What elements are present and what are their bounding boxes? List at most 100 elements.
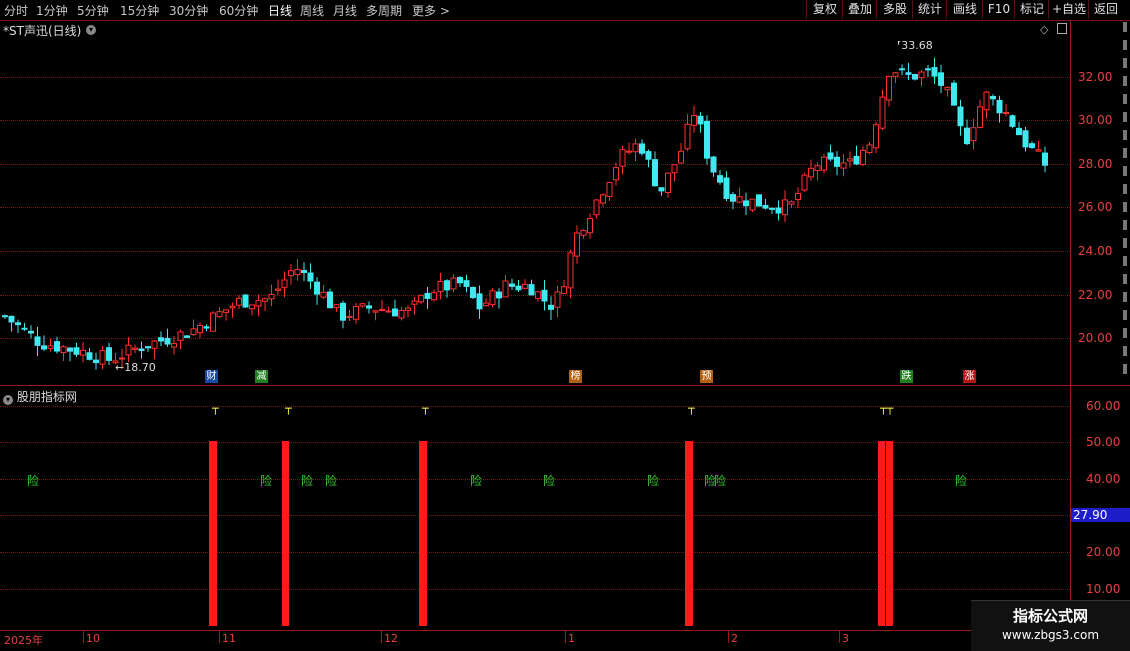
fuquan-button[interactable]: 复权 xyxy=(806,0,843,19)
candle-body xyxy=(944,86,951,91)
candle-body xyxy=(866,144,873,154)
candle-body xyxy=(769,207,775,210)
candle-body xyxy=(652,159,658,187)
event-marker-list[interactable]: 榜 xyxy=(569,370,582,383)
tab-5min[interactable]: 5分钟 xyxy=(77,2,109,19)
tab-more-label: 更多 xyxy=(412,4,437,18)
draw-line-button[interactable]: 画线 xyxy=(946,0,983,19)
candle-body xyxy=(801,174,808,191)
indicator-axis-label: 50.00 xyxy=(1086,435,1121,449)
candle-body xyxy=(15,322,21,326)
candle-body xyxy=(301,269,307,274)
add-watchlist-button[interactable]: +自选 xyxy=(1048,0,1089,19)
candle-body xyxy=(1016,127,1022,136)
candle-body xyxy=(8,315,15,323)
candle-body xyxy=(762,204,769,209)
candle-body xyxy=(93,359,99,364)
date-label: 1 xyxy=(568,632,575,645)
candle-body xyxy=(684,123,691,150)
tab-weekly[interactable]: 周线 xyxy=(300,2,324,19)
candle-body xyxy=(392,308,398,317)
event-marker-rise[interactable]: 涨 xyxy=(963,370,976,383)
watermark: 指标公式网 www.zbgs3.com xyxy=(971,600,1130,651)
candle-body xyxy=(574,232,580,257)
event-marker-fall[interactable]: 跌 xyxy=(900,370,913,383)
candle-body xyxy=(470,286,476,298)
candle-body xyxy=(990,95,996,100)
candle-body xyxy=(834,156,840,167)
candle-body xyxy=(177,331,184,341)
candle-body xyxy=(580,230,587,236)
candle-body xyxy=(132,347,138,350)
tab-60min[interactable]: 60分钟 xyxy=(219,2,258,19)
tab-multi-period[interactable]: 多周期 xyxy=(366,2,402,19)
tab-daily[interactable]: 日线 xyxy=(268,2,292,19)
price-label: 26.00 xyxy=(1078,200,1113,214)
candle-body xyxy=(554,291,561,308)
price-label: 20.00 xyxy=(1078,331,1113,345)
tab-15min[interactable]: 15分钟 xyxy=(120,2,159,19)
candle-body xyxy=(145,346,151,349)
danger-label: 险 xyxy=(260,474,273,488)
candle-body xyxy=(229,305,236,309)
multi-stock-button[interactable]: 多股 xyxy=(876,0,913,19)
indicator-axis-label: 20.00 xyxy=(1086,545,1121,559)
event-marker-reduce[interactable]: 减 xyxy=(255,370,268,383)
overlay-button[interactable]: 叠加 xyxy=(842,0,877,19)
candle-body xyxy=(710,156,717,173)
candle-body xyxy=(665,172,671,193)
f10-button[interactable]: F10 xyxy=(982,0,1015,19)
tab-1min[interactable]: 1分钟 xyxy=(36,2,68,19)
statistics-button[interactable]: 统计 xyxy=(912,0,947,19)
mark-button[interactable]: 标记 xyxy=(1014,0,1049,19)
tab-monthly[interactable]: 月线 xyxy=(333,2,357,19)
candle-body xyxy=(320,291,327,298)
candle-body xyxy=(502,280,509,298)
candle-body xyxy=(827,152,834,160)
candle-body xyxy=(67,347,73,352)
candle-body xyxy=(782,199,788,216)
event-marker-finance[interactable]: 财 xyxy=(205,370,218,383)
candle-body xyxy=(288,270,294,277)
candle-body xyxy=(632,143,639,153)
candle-body xyxy=(223,309,229,313)
candle-body xyxy=(905,72,912,75)
candle-body xyxy=(847,158,853,162)
candle-body xyxy=(242,294,249,308)
candle-body xyxy=(691,115,697,126)
candle-body xyxy=(567,252,574,289)
tab-fenshi[interactable]: 分时 xyxy=(4,2,28,19)
candle-body xyxy=(80,349,86,356)
candle-body xyxy=(600,194,606,204)
side-info-strip xyxy=(1120,22,1130,382)
tab-more[interactable]: 更多 > xyxy=(412,2,450,19)
candle-body xyxy=(853,155,860,165)
event-marker-forecast[interactable]: 预 xyxy=(700,370,713,383)
date-axis-separator xyxy=(0,630,1070,631)
price-axis-line xyxy=(1070,20,1071,631)
candle-body xyxy=(1009,115,1016,127)
candle-body xyxy=(483,302,489,307)
candle-body xyxy=(379,309,385,312)
candle-body xyxy=(977,106,983,128)
candle-body xyxy=(626,150,632,153)
candle-body xyxy=(398,309,405,319)
candle-body xyxy=(918,71,925,79)
candle-body xyxy=(671,164,678,174)
candlestick-chart xyxy=(2,57,1048,370)
indicator-title[interactable]: ▾ 股朋指标网 xyxy=(3,388,77,405)
signal-bar xyxy=(282,441,289,626)
candle-body xyxy=(86,352,93,360)
candle-body xyxy=(314,281,320,295)
tab-30min[interactable]: 30分钟 xyxy=(169,2,208,19)
candle-body xyxy=(359,303,366,307)
back-button[interactable]: 返回 xyxy=(1088,0,1123,19)
candle-body xyxy=(678,150,684,164)
candle-body xyxy=(1035,149,1042,152)
candle-body xyxy=(418,294,424,303)
candle-body xyxy=(795,193,801,201)
candle-body xyxy=(268,293,275,300)
chevron-right-icon: > xyxy=(436,4,450,18)
candle-body xyxy=(281,279,288,288)
chevron-down-icon[interactable]: ▾ xyxy=(3,395,13,405)
